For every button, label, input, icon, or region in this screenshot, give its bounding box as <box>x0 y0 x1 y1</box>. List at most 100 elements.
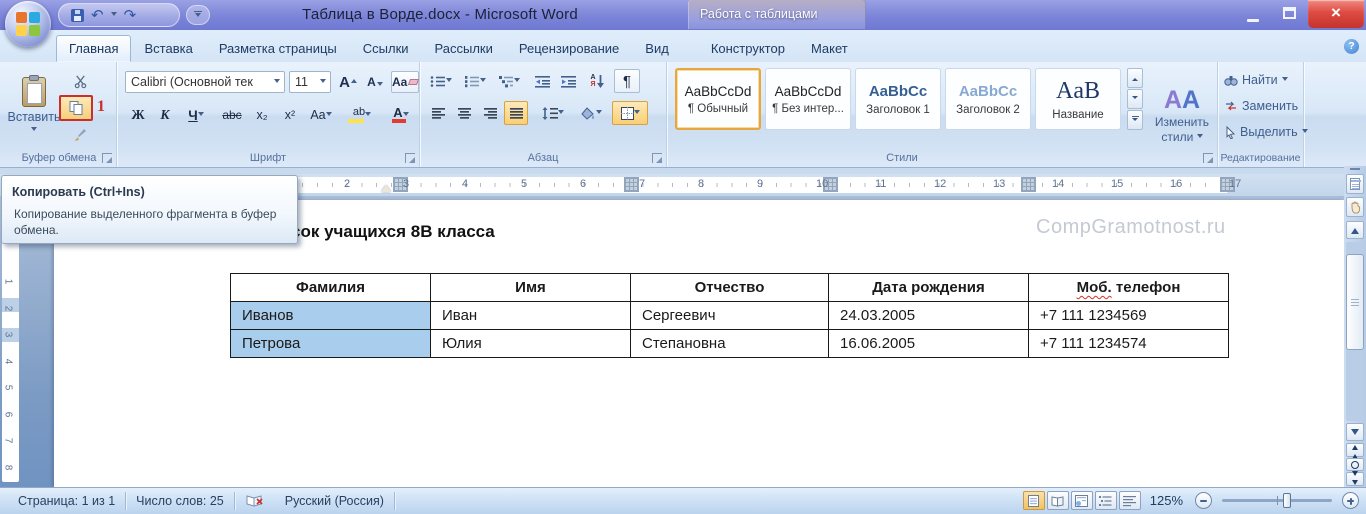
underline-button[interactable]: Ч <box>179 103 213 127</box>
clear-formatting-button[interactable]: Aa <box>391 71 419 93</box>
cell-selected[interactable]: Иванов <box>231 302 431 330</box>
office-button[interactable] <box>5 1 51 47</box>
align-right-button[interactable] <box>478 101 502 125</box>
paste-dropdown-arrow[interactable] <box>31 127 37 134</box>
spellcheck-status[interactable] <box>235 494 275 508</box>
header-otchestvo[interactable]: Отчество <box>631 274 829 302</box>
header-familiya[interactable]: Фамилия <box>231 274 431 302</box>
highlight-dropdown-arrow[interactable] <box>365 112 371 119</box>
zoom-level[interactable]: 125% <box>1150 493 1183 508</box>
print-layout-view-button[interactable] <box>1023 491 1045 510</box>
language-indicator[interactable]: Русский (Россия) <box>275 494 394 508</box>
web-layout-view-button[interactable] <box>1071 491 1093 510</box>
bold-button[interactable]: Ж <box>125 103 151 127</box>
strikethrough-button[interactable]: abc <box>217 103 247 127</box>
style-card-obychnyj[interactable]: AaBbCcDd ¶ Обычный <box>675 68 761 130</box>
style-card-zagolovok-1[interactable]: AaBbCc Заголовок 1 <box>855 68 941 130</box>
numbering-button[interactable] <box>460 69 490 93</box>
restore-button[interactable] <box>1276 4 1302 22</box>
paste-button[interactable]: Вставить <box>8 66 60 144</box>
cell[interactable]: +7 111 1234569 <box>1029 302 1229 330</box>
header-imya[interactable]: Имя <box>431 274 631 302</box>
line-spacing-button[interactable] <box>536 101 570 125</box>
paragraph-dialog-launcher[interactable] <box>652 153 662 163</box>
styles-dialog-launcher[interactable] <box>1203 153 1213 163</box>
cell[interactable]: Иван <box>431 302 631 330</box>
tab-vid[interactable]: Вид <box>632 35 682 62</box>
view-ruler-toggle-button[interactable] <box>1346 174 1364 194</box>
customize-qat-button[interactable] <box>186 5 210 25</box>
find-button[interactable]: Найти <box>1224 69 1288 91</box>
zoom-in-button[interactable] <box>1342 492 1359 509</box>
shading-button[interactable] <box>574 101 608 125</box>
style-card-nazvanie[interactable]: AaB Название <box>1035 68 1121 130</box>
vertical-ruler[interactable]: 12345678 <box>2 202 19 482</box>
clipboard-dialog-launcher[interactable] <box>102 153 112 163</box>
table-column-marker[interactable] <box>624 177 639 192</box>
header-data-rozhdeniya[interactable]: Дата рождения <box>829 274 1029 302</box>
bullets-button[interactable] <box>426 69 456 93</box>
styles-gallery-more-button[interactable] <box>1127 110 1143 130</box>
style-card-bez-intervala[interactable]: AaBbCcDd ¶ Без интер... <box>765 68 851 130</box>
table-column-marker[interactable] <box>1021 177 1036 192</box>
copy-button[interactable] <box>59 95 93 121</box>
superscript-button[interactable]: x² <box>277 103 303 127</box>
cell[interactable]: Юлия <box>431 330 631 358</box>
page-indicator[interactable]: Страница: 1 из 1 <box>8 494 125 508</box>
tab-glavnaya[interactable]: Главная <box>56 35 131 62</box>
align-left-button[interactable] <box>426 101 450 125</box>
change-case-dropdown-arrow[interactable] <box>326 112 332 119</box>
change-styles-button[interactable]: AA Изменить стили <box>1151 68 1213 160</box>
cell[interactable]: +7 111 1234574 <box>1029 330 1229 358</box>
zoom-slider-thumb[interactable] <box>1283 493 1291 508</box>
justify-button[interactable] <box>504 101 528 125</box>
shrink-font-button[interactable]: A <box>363 71 387 93</box>
cell[interactable]: Сергеевич <box>631 302 829 330</box>
font-name-combobox[interactable]: Calibri (Основной тек <box>125 71 285 93</box>
indent-marker[interactable] <box>381 180 391 192</box>
format-painter-button[interactable] <box>64 123 96 145</box>
cell-selected[interactable]: Петрова <box>231 330 431 358</box>
cell[interactable]: 16.06.2005 <box>829 330 1029 358</box>
zoom-out-button[interactable] <box>1195 492 1212 509</box>
tab-recenzirovanie[interactable]: Рецензирование <box>506 35 632 62</box>
sort-button[interactable]: АЯ <box>584 69 610 93</box>
tab-ssylki[interactable]: Ссылки <box>350 35 422 62</box>
select-browse-object-button[interactable] <box>1346 458 1364 471</box>
undo-dropdown-arrow[interactable] <box>111 12 117 19</box>
draft-view-button[interactable] <box>1119 491 1141 510</box>
tab-razmetka-stranicy[interactable]: Разметка страницы <box>206 35 350 62</box>
style-card-zagolovok-2[interactable]: AaBbCc Заголовок 2 <box>945 68 1031 130</box>
font-color-dropdown-arrow[interactable] <box>403 112 409 119</box>
italic-button[interactable]: К <box>153 103 177 127</box>
cell[interactable]: Степановна <box>631 330 829 358</box>
align-center-button[interactable] <box>452 101 476 125</box>
grow-font-button[interactable]: A <box>335 71 361 93</box>
redo-icon[interactable]: ↷ <box>124 8 137 23</box>
help-button[interactable]: ? <box>1344 39 1359 54</box>
tab-maket[interactable]: Макет <box>798 35 861 62</box>
styles-scroll-down-button[interactable] <box>1127 89 1143 109</box>
text-highlight-button[interactable]: ab <box>343 103 381 127</box>
cell[interactable]: 24.03.2005 <box>829 302 1029 330</box>
subscript-button[interactable]: x₂ <box>249 103 275 127</box>
close-button[interactable]: × <box>1308 0 1364 28</box>
minimize-button[interactable] <box>1240 6 1266 22</box>
next-page-button[interactable] <box>1346 472 1364 486</box>
student-table[interactable]: Фамилия Имя Отчество Дата рождения Моб. … <box>230 273 1229 358</box>
tab-konstruktor[interactable]: Конструктор <box>698 35 798 62</box>
font-size-combobox[interactable]: 11 <box>289 71 331 93</box>
zoom-slider[interactable] <box>1222 499 1332 502</box>
multilevel-list-button[interactable] <box>494 69 524 93</box>
header-mob-telefon[interactable]: Моб. телефон <box>1029 274 1229 302</box>
word-count[interactable]: Число слов: 25 <box>126 494 234 508</box>
show-paragraph-marks-button[interactable]: ¶ <box>614 69 640 93</box>
styles-scroll-up-button[interactable] <box>1127 68 1143 88</box>
borders-button[interactable] <box>612 101 648 125</box>
save-icon[interactable] <box>71 9 84 22</box>
increase-indent-button[interactable] <box>556 69 580 93</box>
outline-view-button[interactable] <box>1095 491 1117 510</box>
pan-hand-button[interactable] <box>1346 197 1364 217</box>
full-screen-reading-view-button[interactable] <box>1047 491 1069 510</box>
scrollbar-track[interactable] <box>1346 242 1364 421</box>
